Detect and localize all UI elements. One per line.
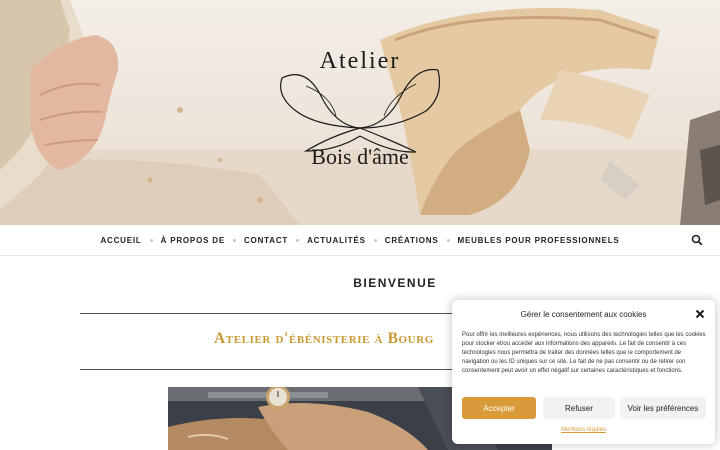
nav-item-creations[interactable]: CRÉATIONS <box>385 236 439 245</box>
main-navigation: ACCUEIL À PROPOS DE CONTACT ACTUALITÉS C… <box>0 225 720 256</box>
nav-separator <box>373 238 377 242</box>
hero-banner: Atelier Bois d'âme <box>0 0 720 225</box>
cookie-description: Pour offrir les meilleures expériences, … <box>462 332 706 374</box>
refuse-button[interactable]: Refuser <box>543 397 615 419</box>
nav-separator <box>232 238 236 242</box>
page-headline: Atelier d'ébénisterie à Bourg <box>214 330 434 347</box>
legal-notice-link[interactable]: Mentions légales <box>452 427 715 433</box>
nav-separator <box>446 238 450 242</box>
nav-item-accueil[interactable]: ACCUEIL <box>100 236 141 245</box>
logo-text-bottom: Bois d'âme <box>311 144 409 169</box>
view-preferences-button[interactable]: Voir les préférences <box>620 397 706 419</box>
nav-item-actualites[interactable]: ACTUALITÉS <box>307 236 366 245</box>
nav-separator <box>296 238 300 242</box>
nav-item-meubles-professionnels[interactable]: MEUBLES POUR PROFESSIONNELS <box>458 236 620 245</box>
page-title: BIENVENUE <box>353 276 437 290</box>
search-icon[interactable] <box>691 234 703 246</box>
cookie-title: Gérer le consentement aux cookies <box>520 310 647 319</box>
accept-button[interactable]: Accepter <box>462 397 536 419</box>
nav-item-contact[interactable]: CONTACT <box>244 236 288 245</box>
site-logo[interactable]: Atelier Bois d'âme <box>270 48 450 180</box>
close-icon[interactable] <box>695 309 705 319</box>
cookie-consent-dialog: Gérer le consentement aux cookies Pour o… <box>452 300 715 444</box>
nav-item-a-propos[interactable]: À PROPOS DE <box>161 236 225 245</box>
nav-separator <box>149 238 153 242</box>
